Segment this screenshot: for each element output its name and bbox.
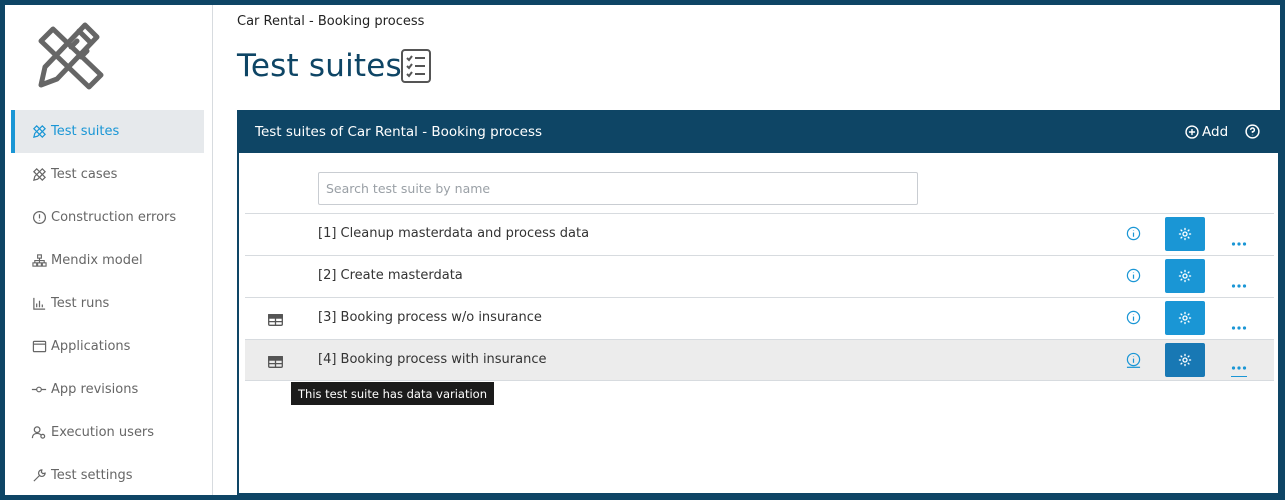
sidebar-item-label: Test suites [51, 124, 120, 139]
page-title: Test suites [237, 48, 402, 84]
more-options-icon[interactable] [1231, 273, 1247, 292]
app-logo [31, 11, 107, 91]
tooltip: This test suite has data variation [291, 382, 495, 405]
sidebar-item-label: Applications [51, 339, 131, 354]
suite-name[interactable]: [3] Booking process w/o insurance [318, 310, 542, 325]
gear-icon [1178, 269, 1192, 283]
suite-name[interactable]: [1] Cleanup masterdata and process data [318, 226, 589, 241]
checklist-icon [399, 48, 433, 84]
user-settings-icon [31, 425, 47, 441]
sidebar-item-label: Test cases [51, 167, 118, 182]
table-row[interactable]: [4] Booking process with insurance [245, 339, 1274, 381]
wrench-icon [31, 468, 47, 484]
data-variation-table-icon[interactable] [268, 353, 283, 372]
hierarchy-icon [31, 253, 47, 269]
sidebar-item-label: App revisions [51, 382, 139, 397]
run-button[interactable] [1165, 301, 1205, 335]
tools-icon [31, 167, 47, 183]
table-row[interactable]: [3] Booking process w/o insurance [245, 297, 1274, 339]
more-options-icon[interactable] [1231, 231, 1247, 250]
sidebar-item-mendix-model[interactable]: Mendix model [11, 239, 204, 282]
table-row[interactable]: [1] Cleanup masterdata and process data [245, 213, 1274, 255]
sidebar-item-applications[interactable]: Applications [11, 325, 204, 368]
info-icon[interactable] [1126, 268, 1141, 287]
gear-icon [1178, 227, 1192, 241]
sidebar-item-test-suites[interactable]: Test suites [11, 110, 204, 153]
data-variation-table-icon[interactable] [268, 311, 283, 330]
sidebar: Test suites Test cases Construction erro… [5, 5, 213, 495]
sidebar-item-label: Execution users [51, 425, 155, 440]
panel-header: Test suites of Car Rental - Booking proc… [237, 110, 1280, 153]
more-options-icon[interactable] [1231, 315, 1247, 334]
tools-icon [31, 124, 47, 140]
run-button[interactable] [1165, 343, 1205, 377]
info-icon[interactable] [1126, 310, 1141, 329]
help-icon[interactable] [1245, 124, 1260, 143]
more-options-icon[interactable] [1231, 355, 1247, 377]
commit-icon [31, 382, 47, 398]
sidebar-item-test-cases[interactable]: Test cases [11, 153, 204, 196]
suite-name[interactable]: [4] Booking process with insurance [318, 352, 547, 367]
info-icon[interactable] [1126, 352, 1141, 372]
run-button[interactable] [1165, 259, 1205, 293]
table-row[interactable]: [2] Create masterdata [245, 255, 1274, 297]
sidebar-item-execution-users[interactable]: Execution users [11, 411, 204, 454]
sidebar-item-label: Test settings [51, 468, 133, 483]
sidebar-item-label: Mendix model [51, 253, 143, 268]
sidebar-item-test-runs[interactable]: Test runs [11, 282, 204, 325]
alert-circle-icon [31, 210, 47, 226]
gear-icon [1178, 311, 1192, 325]
suite-name[interactable]: [2] Create masterdata [318, 268, 463, 283]
sidebar-item-app-revisions[interactable]: App revisions [11, 368, 204, 411]
run-button[interactable] [1165, 217, 1205, 251]
gear-icon [1178, 353, 1192, 367]
sidebar-item-test-settings[interactable]: Test settings [11, 454, 204, 497]
calendar-window-icon [31, 339, 47, 355]
sidebar-item-label: Construction errors [51, 210, 177, 225]
panel-title: Test suites of Car Rental - Booking proc… [255, 123, 543, 140]
sidebar-item-label: Test runs [51, 296, 110, 311]
bar-chart-icon [31, 296, 47, 312]
plus-circle-icon [1185, 124, 1199, 139]
add-button-label: Add [1202, 123, 1229, 140]
info-icon[interactable] [1126, 226, 1141, 245]
add-button[interactable]: Add [1185, 124, 1228, 140]
search-input[interactable] [318, 172, 918, 205]
sidebar-item-construction-errors[interactable]: Construction errors [11, 196, 204, 239]
breadcrumb[interactable]: Car Rental - Booking process [237, 14, 424, 29]
